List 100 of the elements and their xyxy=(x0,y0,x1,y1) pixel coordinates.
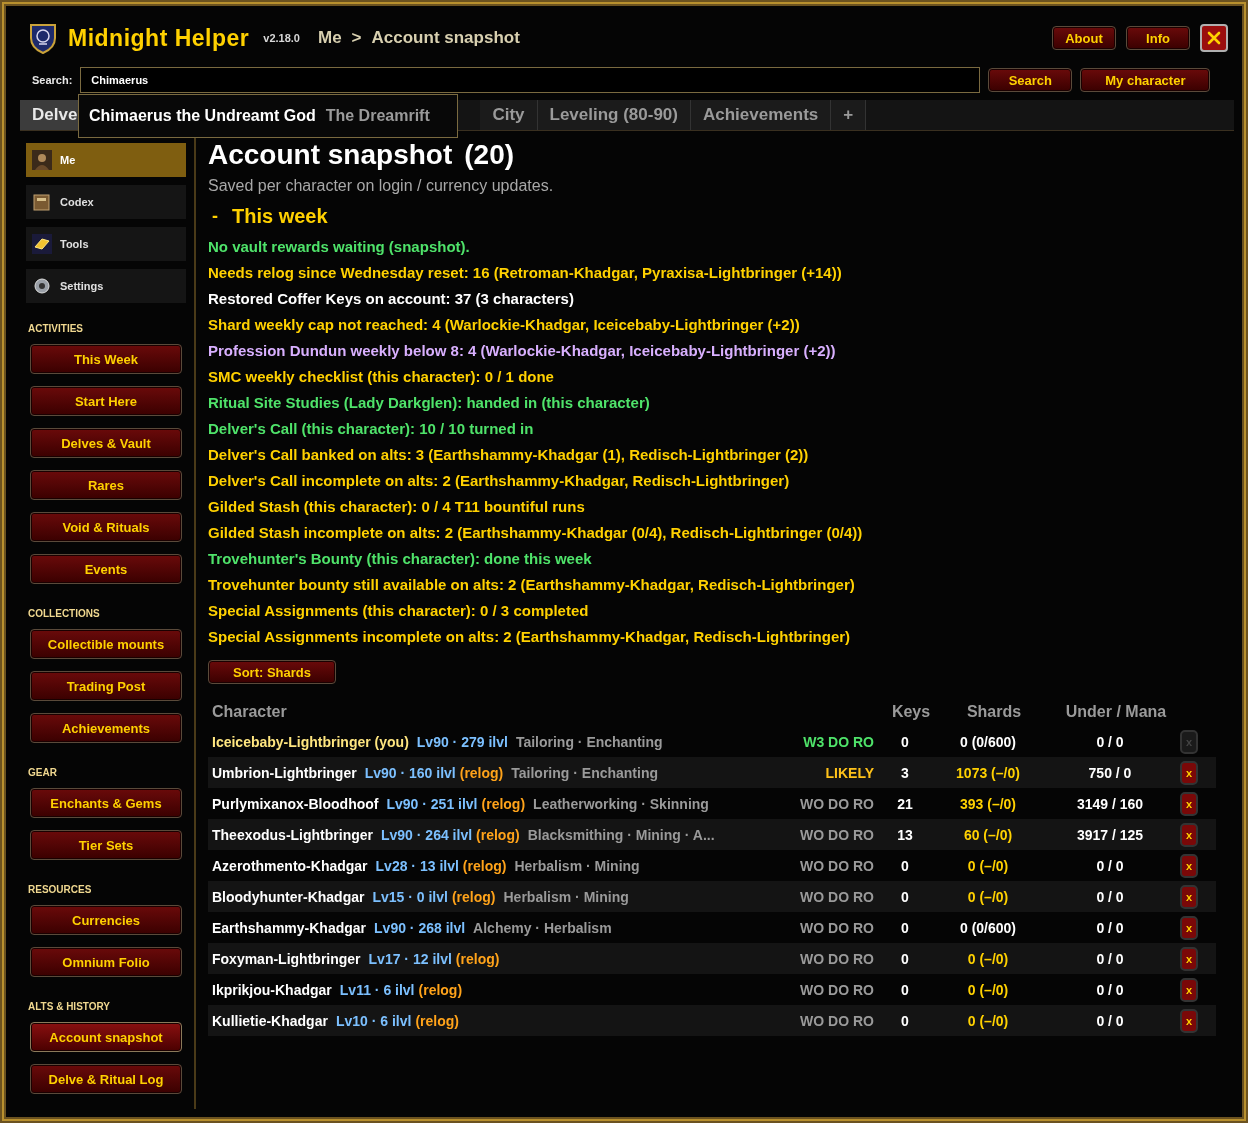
section-heading: This week xyxy=(232,205,328,228)
remove-button[interactable]: x xyxy=(1180,915,1198,940)
shards-cell-text: 1073 (–/0) xyxy=(955,764,1021,781)
remove-button[interactable]: x xyxy=(1180,853,1198,878)
tab[interactable]: City xyxy=(480,100,538,130)
character-name: Purlymixanox-Bloodhoof xyxy=(212,795,379,812)
remove-button[interactable]: x xyxy=(1180,760,1198,785)
level-label: Lv90 · 160 ilvl xyxy=(364,764,456,781)
keys-cell-text: 0 xyxy=(900,981,910,998)
column-header: Shards xyxy=(965,703,1023,721)
sidebar-button[interactable]: Collectible mounts xyxy=(30,629,182,659)
level-label: Lv11 · 6 ilvl xyxy=(339,981,415,998)
sidebar-nav-item[interactable]: Settings xyxy=(26,269,186,303)
professions-label: Alchemy · Herbalism xyxy=(473,919,612,936)
keys-cell-text: 3 xyxy=(900,764,910,781)
status-cell-text: WO DO RO xyxy=(799,857,874,874)
relog-tag: (relog) xyxy=(455,950,500,967)
status-cell-text: WO DO RO xyxy=(799,888,874,905)
keys-cell-text: 0 xyxy=(900,733,910,750)
summary-line: Needs relog since Wednesday reset: 16 (Retroman-Khadgar, Pyraxisa-Lightbringer (+14)) xyxy=(208,263,843,283)
sidebar-button[interactable]: Account snapshot xyxy=(30,1022,182,1052)
level-label: Lv90 · 268 ilvl xyxy=(374,919,466,936)
search-button[interactable]: Search xyxy=(988,68,1073,92)
professions-label: Herbalism · Mining xyxy=(503,888,629,905)
ingot-icon xyxy=(32,234,52,254)
sidebar-button[interactable]: Trading Post xyxy=(30,671,182,701)
breadcrumb-item: > xyxy=(351,28,362,48)
professions-label: Tailoring · Enchanting xyxy=(515,733,663,750)
professions-label: Blacksmithing · Mining · A... xyxy=(527,826,715,843)
sidebar-nav-item[interactable]: Tools xyxy=(26,227,186,261)
summary-line: SMC weekly checklist (this character): 0 / 1 done xyxy=(208,367,555,387)
level-label: Lv15 · 0 ilvl xyxy=(372,888,448,905)
summary-line: Gilded Stash incomplete on alts: 2 (Earthshammy-Khadgar (0/4), Redisch-Lightbringer (0/4)) xyxy=(208,523,864,543)
tab[interactable]: Leveling (80-90) xyxy=(537,100,691,130)
shards-cell-text: 0 (–/0) xyxy=(966,888,1010,905)
summary-line: Restored Coffer Keys on account: 37 (3 characters) xyxy=(208,289,575,309)
character-name: Ikprikjou-Khadgar xyxy=(212,981,332,998)
remove-button[interactable]: x xyxy=(1180,946,1198,971)
relog-tag: (relog) xyxy=(459,764,504,781)
keys-cell-text: 13 xyxy=(896,826,914,843)
shards-cell-text: 60 (–/0) xyxy=(962,826,1014,843)
sidebar-button[interactable]: Delve & Ritual Log xyxy=(30,1064,182,1094)
sidebar-button[interactable]: Events xyxy=(30,554,182,584)
status-cell-text: W3 DO RO xyxy=(802,733,874,750)
character-name: Theexodus-Lightbringer xyxy=(212,826,373,843)
sidebar-button[interactable]: Enchants & Gems xyxy=(30,788,182,818)
search-result-item[interactable]: Chimaerus the Undreamt God The Dreamrift xyxy=(89,107,430,125)
shards-cell-text: 0 (0/600) xyxy=(958,919,1017,936)
sidebar-button[interactable]: Rares xyxy=(30,470,182,500)
character-name: Azerothmento-Khadgar xyxy=(212,857,368,874)
sidebar-button[interactable]: Start Here xyxy=(30,386,182,416)
sidebar-button[interactable]: Tier Sets xyxy=(30,830,182,860)
tab[interactable]: + xyxy=(831,100,867,130)
remove-button[interactable]: x xyxy=(1180,977,1198,1002)
book-icon xyxy=(32,192,52,212)
settings-icon xyxy=(32,276,52,296)
tab[interactable]: Achievements xyxy=(691,100,832,130)
summary-line: Special Assignments incomplete on alts: 2 (Earthshammy-Khadgar, Redisch-Lightbringer) xyxy=(208,627,852,647)
shards-cell-text: 0 (–/0) xyxy=(966,857,1010,874)
search-field[interactable]: Chimaerus xyxy=(80,67,981,93)
status-cell-text: WO DO RO xyxy=(799,826,874,843)
close-button[interactable] xyxy=(1200,24,1228,52)
sidebar-nav-item[interactable]: Codex xyxy=(26,185,186,219)
summary-line: No vault rewards waiting (snapshot). xyxy=(208,237,471,257)
sidebar-button[interactable]: Achievements xyxy=(30,713,182,743)
sidebar-section-heading: COLLECTIONS xyxy=(28,608,101,619)
sidebar-button[interactable]: Void & Rituals xyxy=(30,512,182,542)
search-button[interactable]: My character xyxy=(1080,68,1211,92)
header-button[interactable]: About xyxy=(1052,26,1116,50)
under-mana-cell-text: 750 / 0 xyxy=(1087,764,1133,781)
status-cell-text: WO DO RO xyxy=(799,795,874,812)
professions-label: Tailoring · Enchanting xyxy=(511,764,658,781)
keys-cell-text: 0 xyxy=(900,857,910,874)
breadcrumb-item: Account snapshot xyxy=(371,28,520,48)
header-button[interactable]: Info xyxy=(1126,26,1190,50)
sidebar-button[interactable]: Currencies xyxy=(30,905,182,935)
sort-button[interactable]: Sort: Shards xyxy=(208,660,336,684)
collapse-toggle[interactable]: - xyxy=(208,206,222,227)
character-name: Foxyman-Lightbringer xyxy=(212,950,361,967)
summary-line: Profession Dundun weekly below 8: 4 (Warlockie-Khadgar, Iceicebaby-Lightbringer (+2)) xyxy=(208,341,837,361)
sidebar-section-heading: ACTIVITIES xyxy=(28,323,84,334)
sidebar-button[interactable]: Omnium Folio xyxy=(30,947,182,977)
character-name: Bloodyhunter-Khadgar xyxy=(212,888,365,905)
relog-tag: (relog) xyxy=(415,1012,459,1029)
sidebar-nav-item[interactable]: Me xyxy=(26,143,186,177)
remove-button[interactable]: x xyxy=(1180,884,1198,909)
status-cell-text: LIKELY xyxy=(824,764,874,781)
remove-button[interactable]: x xyxy=(1180,822,1198,847)
status-cell-text: WO DO RO xyxy=(799,950,874,967)
relog-tag: (relog) xyxy=(418,981,463,998)
relog-tag: (relog) xyxy=(476,826,520,843)
sidebar-button[interactable]: Delves & Vault xyxy=(30,428,182,458)
status-cell-text: WO DO RO xyxy=(799,1012,874,1029)
sidebar-button[interactable]: This Week xyxy=(30,344,182,374)
level-label: Lv17 · 12 ilvl xyxy=(368,950,452,967)
under-mana-cell-text: 3149 / 160 xyxy=(1075,795,1145,812)
column-header: Keys xyxy=(890,703,932,721)
remove-button[interactable]: x xyxy=(1180,791,1198,816)
remove-button[interactable]: x xyxy=(1180,1008,1198,1033)
summary-line: Delver's Call incomplete on alts: 2 (Earthshammy-Khadgar, Redisch-Lightbringer) xyxy=(208,471,791,491)
